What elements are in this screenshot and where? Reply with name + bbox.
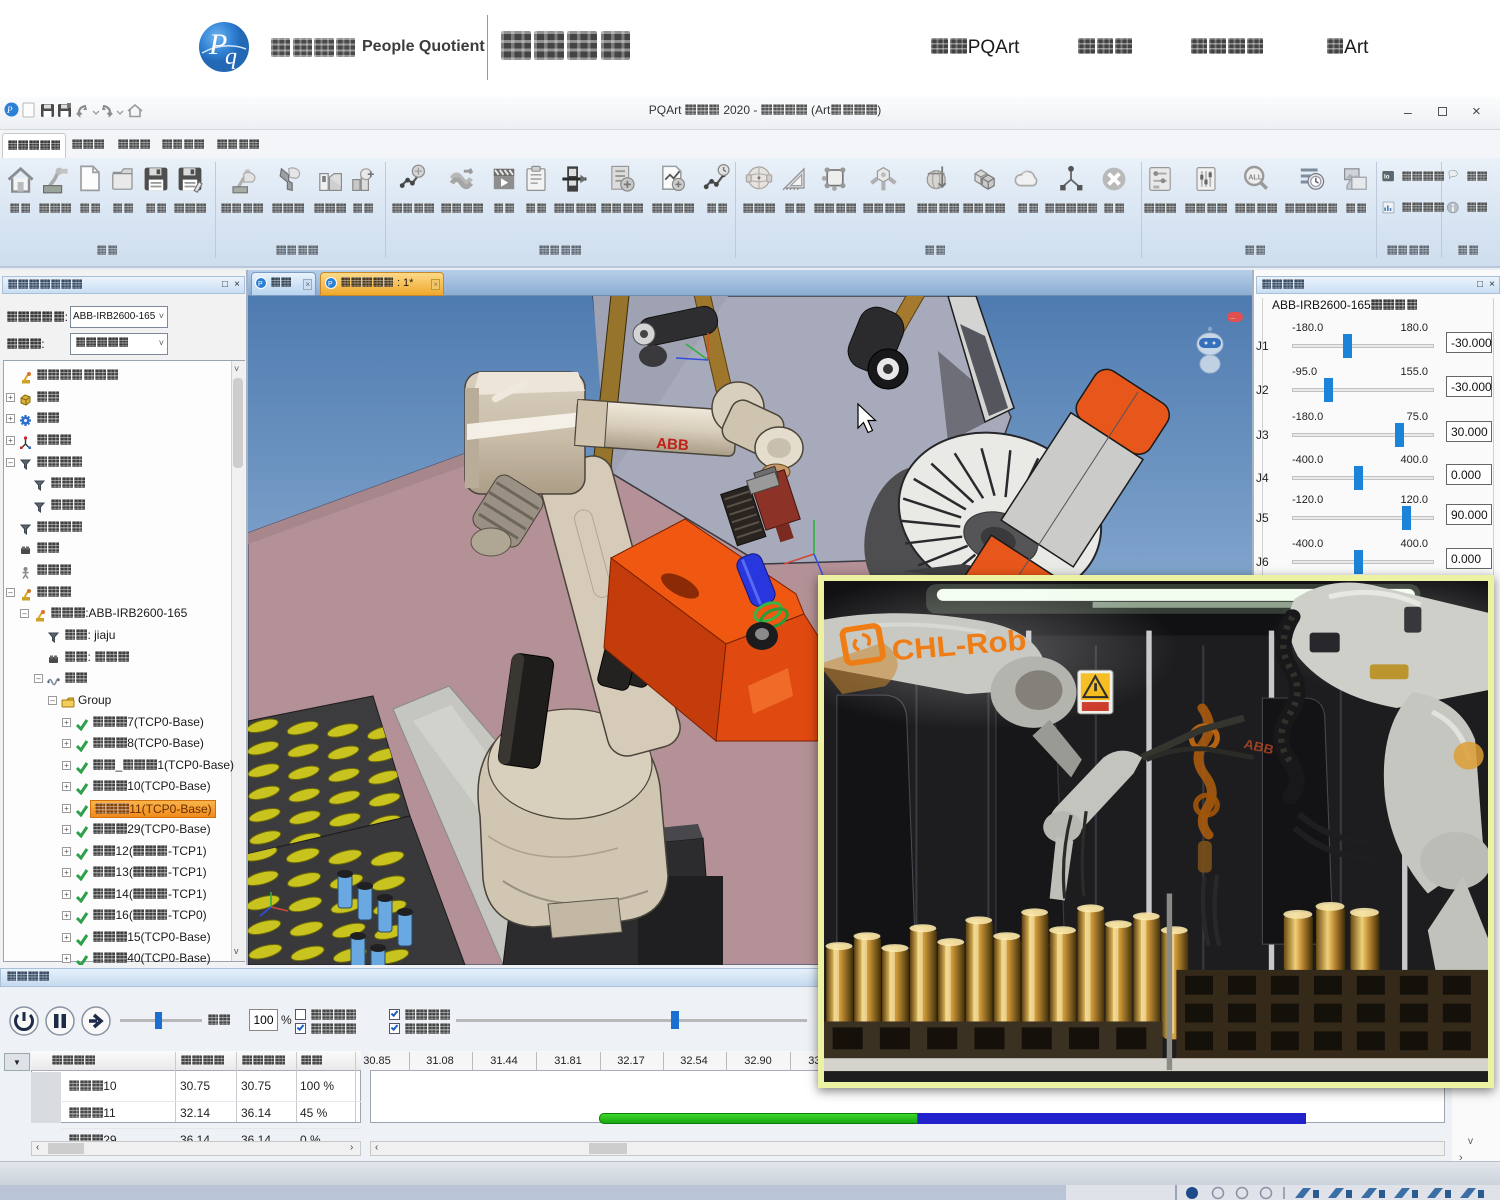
svg-text:q: q	[225, 44, 237, 70]
svg-text:P: P	[6, 105, 13, 115]
svg-text:...: ...	[1230, 315, 1235, 321]
svg-text:ABB: ABB	[656, 435, 690, 454]
svg-text:P: P	[258, 281, 263, 288]
svg-text:P: P	[328, 281, 333, 288]
